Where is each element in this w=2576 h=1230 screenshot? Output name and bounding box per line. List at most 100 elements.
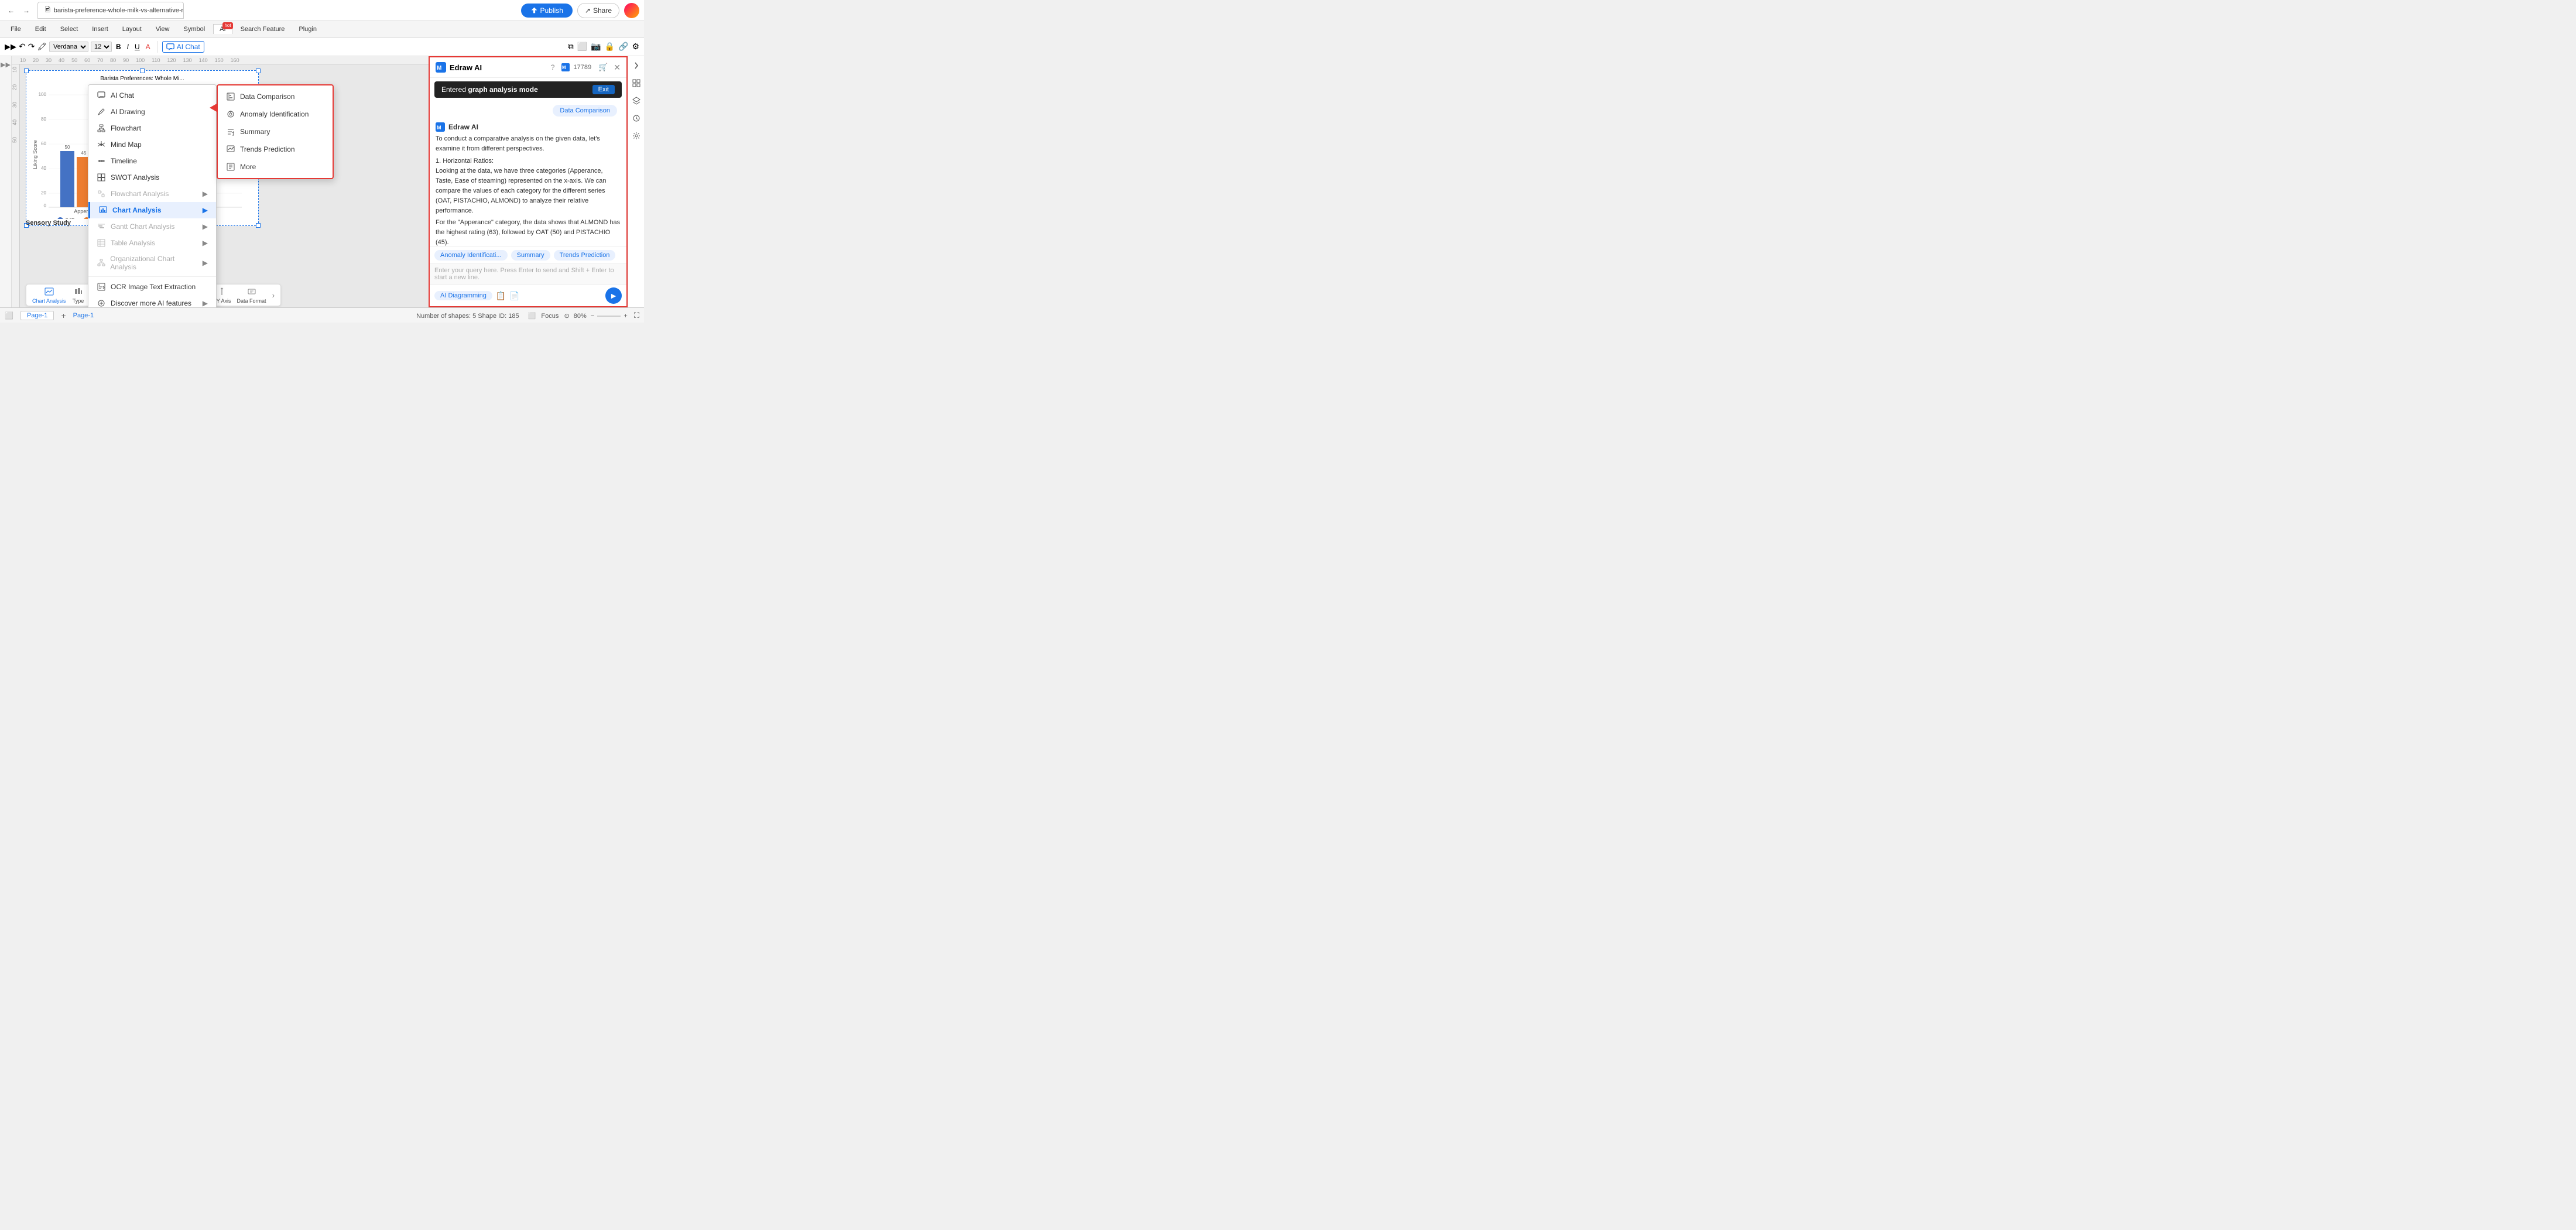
menu-symbol[interactable]: Symbol bbox=[177, 25, 211, 34]
toolbar-icon-5[interactable]: 🔗 bbox=[618, 42, 628, 52]
handle-tr[interactable] bbox=[256, 68, 261, 73]
add-page-button[interactable]: + bbox=[61, 311, 66, 320]
sub-item-anomaly[interactable]: Anomaly Identification bbox=[218, 105, 333, 123]
menu-item-flowchart[interactable]: Flowchart bbox=[88, 120, 216, 136]
font-select[interactable]: Verdana bbox=[49, 42, 88, 52]
share-button[interactable]: ↗ Share bbox=[577, 3, 619, 18]
ruler-top: 102030405060708090100110120130140150160 bbox=[12, 56, 429, 64]
exit-button[interactable]: Exit bbox=[592, 85, 615, 94]
toolbar-icon-1[interactable]: ⧉ bbox=[568, 42, 574, 52]
publish-button[interactable]: Publish bbox=[521, 4, 573, 18]
menu-item-timeline[interactable]: Timeline bbox=[88, 153, 216, 169]
footer-icon-1[interactable]: 📋 bbox=[496, 291, 506, 301]
trends-chip[interactable]: Trends Prediction bbox=[554, 250, 616, 261]
top-right-buttons: Publish ↗ Share bbox=[521, 3, 639, 18]
footer-icon-2[interactable]: 📄 bbox=[509, 291, 519, 301]
main-layout: ▶▶ 1020304050607080901001101201301401501… bbox=[0, 56, 644, 307]
browser-tab[interactable]: 🖻 barista-preference-whole-milk-vs-alter… bbox=[37, 2, 184, 19]
menu-item-ai-drawing[interactable]: AI Drawing bbox=[88, 104, 216, 120]
right-icon-settings[interactable] bbox=[631, 130, 642, 142]
help-icon[interactable]: ? bbox=[551, 63, 555, 71]
user-avatar[interactable] bbox=[624, 3, 639, 18]
trends-icon bbox=[226, 145, 235, 154]
menu-select[interactable]: Select bbox=[54, 25, 84, 34]
svg-text:M: M bbox=[437, 125, 441, 131]
anomaly-chip[interactable]: Anomaly Identificati... bbox=[434, 250, 508, 261]
paint-icon[interactable]: 🖍 bbox=[37, 42, 47, 52]
ct-y-axis[interactable]: Y Axis bbox=[217, 286, 231, 304]
edraw-ai-logo: M bbox=[436, 62, 446, 73]
menu-item-swot[interactable]: SWOT Analysis bbox=[88, 169, 216, 186]
close-panel-icon[interactable]: ✕ bbox=[614, 63, 621, 73]
left-sidebar-toggle[interactable]: ▶▶ bbox=[0, 56, 12, 307]
menu-insert[interactable]: Insert bbox=[86, 25, 114, 34]
toolbar-icon-2[interactable]: ⬜ bbox=[577, 42, 587, 52]
menu-ai[interactable]: AIhot bbox=[213, 24, 232, 34]
ct-chart-analysis[interactable]: Chart Analysis bbox=[32, 286, 66, 304]
canvas-area[interactable]: 102030405060708090100110120130140150160 … bbox=[12, 56, 429, 307]
menu-item-ai-chat[interactable]: AI Chat bbox=[88, 87, 216, 104]
expand-icon[interactable]: ▶▶ bbox=[5, 42, 16, 52]
menu-view[interactable]: View bbox=[150, 25, 176, 34]
ai-diagramming-button[interactable]: AI Diagramming bbox=[434, 291, 492, 300]
toolbar-icon-4[interactable]: 🔒 bbox=[605, 42, 615, 52]
menu-item-ocr[interactable]: OCR Image Text Extraction bbox=[88, 279, 216, 295]
svg-text:M: M bbox=[437, 65, 441, 71]
browser-nav[interactable]: ← → bbox=[5, 4, 33, 17]
menu-item-chart-analysis[interactable]: Chart Analysis ▶ bbox=[88, 202, 216, 218]
back-icon[interactable]: ← bbox=[5, 4, 18, 17]
page-tab-label[interactable]: Page-1 bbox=[20, 311, 54, 320]
bold-icon[interactable]: B bbox=[114, 43, 123, 51]
menu-plugin[interactable]: Plugin bbox=[293, 25, 323, 34]
underline-icon[interactable]: U bbox=[133, 43, 142, 51]
page-tab-active[interactable]: Page-1 bbox=[73, 312, 94, 319]
ct-data-format[interactable]: Data Format bbox=[237, 286, 266, 304]
redo-icon[interactable]: ↷ bbox=[28, 42, 35, 52]
svg-text:100: 100 bbox=[39, 92, 47, 97]
fullscreen-icon[interactable]: ⛶ bbox=[634, 311, 639, 320]
menu-file[interactable]: File bbox=[5, 25, 27, 34]
zoom-plus[interactable]: + bbox=[624, 313, 627, 320]
right-icon-history[interactable] bbox=[631, 112, 642, 124]
svg-text:50: 50 bbox=[65, 145, 70, 150]
sub-item-data-comparison[interactable]: Data Comparison bbox=[218, 88, 333, 105]
menu-item-mind-map[interactable]: Mind Map bbox=[88, 136, 216, 153]
font-size-select[interactable]: 12 bbox=[91, 42, 112, 52]
forward-icon[interactable]: → bbox=[20, 4, 33, 17]
right-icon-layers[interactable] bbox=[631, 95, 642, 107]
zoom-minus[interactable]: − bbox=[591, 313, 594, 320]
data-comparison-chip[interactable]: Data Comparison bbox=[553, 105, 617, 117]
sub-item-trends[interactable]: Trends Prediction bbox=[218, 141, 333, 158]
handle-tl[interactable] bbox=[24, 68, 29, 73]
italic-icon[interactable]: I bbox=[125, 43, 131, 51]
send-button[interactable]: ► bbox=[605, 287, 622, 304]
ai-input-area[interactable]: Enter your query here. Press Enter to se… bbox=[430, 263, 626, 285]
summary-icon bbox=[226, 127, 235, 136]
font-color-icon[interactable]: A bbox=[144, 43, 152, 51]
menu-search-feature[interactable]: Search Feature bbox=[235, 25, 291, 34]
menu-item-discover[interactable]: Discover more AI features ▶ bbox=[88, 295, 216, 307]
handle-br[interactable] bbox=[256, 223, 261, 228]
menu-edit[interactable]: Edit bbox=[29, 25, 52, 34]
toolbar-icon-6[interactable]: ⚙ bbox=[632, 42, 639, 52]
menu-item-table-analysis: Table Analysis ▶ bbox=[88, 235, 216, 251]
cart-icon[interactable]: 🛒 bbox=[598, 63, 608, 72]
focus-label[interactable]: Focus bbox=[541, 313, 559, 320]
toolbar-more-icon[interactable]: › bbox=[272, 290, 275, 300]
sub-item-more[interactable]: More bbox=[218, 158, 333, 176]
right-icon-grid[interactable] bbox=[631, 77, 642, 89]
handle-tm[interactable] bbox=[140, 68, 145, 73]
bottom-bar: ⬜ Page-1 + Page-1 Number of shapes: 5 Sh… bbox=[0, 307, 644, 323]
menu-layout[interactable]: Layout bbox=[117, 25, 148, 34]
zoom-slider[interactable] bbox=[597, 316, 621, 317]
shape-info-text: Number of shapes: 5 Shape ID: 185 bbox=[416, 313, 519, 320]
toolbar-icon-3[interactable]: 📷 bbox=[591, 42, 601, 52]
ct-type[interactable]: Type bbox=[72, 286, 85, 304]
right-icon-collapse[interactable] bbox=[631, 60, 642, 71]
svg-text:M: M bbox=[562, 65, 566, 70]
summary-chip[interactable]: Summary bbox=[511, 250, 550, 261]
bottom-icon[interactable]: ⬜ bbox=[5, 311, 13, 320]
undo-icon[interactable]: ↶ bbox=[19, 42, 26, 52]
sub-item-summary[interactable]: Summary bbox=[218, 123, 333, 141]
ai-chat-button[interactable]: AI Chat bbox=[162, 41, 204, 53]
